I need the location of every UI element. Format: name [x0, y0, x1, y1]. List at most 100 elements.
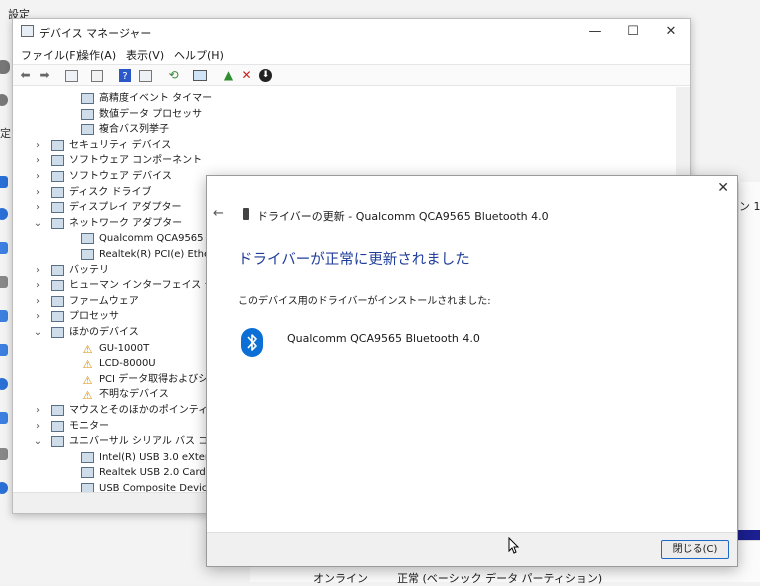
system-icon[interactable]: [0, 176, 8, 188]
chevron-right-icon[interactable]: ›: [33, 185, 43, 200]
help-icon[interactable]: ?: [119, 69, 131, 82]
chevron-down-icon[interactable]: ⌄: [33, 325, 43, 340]
tree-node[interactable]: 数値データ プロセッサ: [13, 107, 673, 122]
tree-node[interactable]: › セキュリティ デバイス: [13, 138, 673, 153]
device-name: Qualcomm QCA9565 Bluetooth 4.0: [287, 332, 480, 345]
device-icon: [51, 420, 64, 432]
menu-help[interactable]: ヘルプ(H): [174, 47, 224, 63]
scan-hardware-icon[interactable]: ⟲: [166, 68, 181, 83]
device-icon: [81, 467, 94, 479]
tree-node-label: 複合バス列挙子: [99, 124, 169, 136]
tree-node-label: 高精度イベント タイマー: [99, 93, 213, 104]
menu-view[interactable]: 表示(V): [126, 47, 164, 63]
device-icon: [51, 139, 64, 151]
tree-node-label: プロセッサ: [69, 311, 119, 323]
uninstall-icon[interactable]: ✕: [239, 68, 254, 83]
tree-node-label: ソフトウェア デバイス: [69, 171, 172, 182]
success-heading: ドライバーが正常に更新されました: [238, 252, 470, 268]
device-icon: [81, 483, 94, 492]
gaming-nav-icon[interactable]: [0, 412, 8, 424]
warning-device-icon: ⚠: [82, 342, 93, 356]
dialog-header: ドライバーの更新 - Qualcomm QCA9565 Bluetooth 4.…: [257, 210, 549, 223]
device-icon: [51, 171, 64, 182]
disable-device-icon[interactable]: ⬇: [259, 69, 272, 82]
device-icon: [51, 405, 64, 416]
tree-node-label: 数値データ プロセッサ: [99, 108, 203, 120]
menu-bar: ファイル(F) 操作(A) 表示(V) ヘルプ(H): [13, 44, 690, 64]
warning-device-icon: ⚠: [82, 389, 93, 403]
tree-node-label: USB Composite Device: [99, 483, 214, 492]
chevron-right-icon[interactable]: ›: [33, 309, 43, 324]
tree-node-label: ほかのデバイス: [69, 327, 139, 338]
device-icon: [51, 436, 64, 448]
tree-node[interactable]: 複合バス列挙子: [13, 122, 673, 137]
close-button[interactable]: ✕: [652, 19, 690, 44]
chevron-right-icon[interactable]: ›: [33, 419, 43, 434]
personalize-nav-icon[interactable]: [0, 276, 8, 288]
device-icon: [243, 208, 249, 220]
show-hidden-icon[interactable]: [91, 70, 103, 82]
partition-status: 正常 (ベーシック データ パーティション): [397, 572, 603, 585]
tree-node-label: ディスプレイ アダプター: [69, 202, 182, 214]
chevron-right-icon[interactable]: ›: [33, 263, 43, 278]
title-bar[interactable]: デバイス マネージャー — ☐ ✕: [13, 19, 690, 44]
tree-node-label: セキュリティ デバイス: [69, 139, 172, 151]
network-nav-icon[interactable]: [0, 242, 8, 254]
device-icon: [51, 311, 64, 323]
window-title: デバイス マネージャー: [39, 27, 152, 40]
tree-node-label: ファームウェア: [69, 295, 139, 307]
chevron-right-icon[interactable]: ›: [33, 294, 43, 309]
privacy-nav-icon[interactable]: [0, 448, 8, 460]
update-nav-icon[interactable]: [0, 482, 8, 494]
device-icon: [81, 124, 94, 136]
properties-icon[interactable]: [65, 70, 78, 82]
tree-node-label: モニター: [69, 420, 109, 432]
dialog-close-icon[interactable]: ✕: [717, 180, 729, 196]
chevron-right-icon[interactable]: ›: [33, 278, 43, 293]
close-dialog-button[interactable]: 閉じる(C): [661, 540, 729, 559]
minimize-button[interactable]: —: [576, 19, 614, 44]
maximize-button[interactable]: ☐: [614, 19, 652, 44]
tree-node-label: GU-1000T: [99, 342, 150, 354]
warning-device-icon: ⚠: [82, 373, 93, 387]
chevron-right-icon[interactable]: ›: [33, 138, 43, 153]
driver-update-dialog: ✕ ← ドライバーの更新 - Qualcomm QCA9565 Bluetoot…: [206, 175, 738, 567]
menu-file[interactable]: ファイル(F): [21, 47, 80, 63]
device-icon: [51, 155, 64, 167]
apps-nav-icon[interactable]: [0, 310, 8, 322]
menu-action[interactable]: 操作(A): [78, 47, 116, 63]
chevron-right-icon[interactable]: ›: [33, 403, 43, 418]
device-icon: [51, 217, 64, 229]
device-icon: [81, 108, 94, 120]
time-nav-icon[interactable]: [0, 378, 8, 390]
monitor-icon[interactable]: [193, 70, 207, 81]
install-message: このデバイス用のドライバーがインストールされました:: [238, 296, 491, 307]
chevron-right-icon[interactable]: ›: [33, 200, 43, 215]
settings-right-pane: [738, 182, 760, 582]
avatar-icon[interactable]: [0, 60, 10, 74]
toolbar: ⬅ ➡ ? ⟲ ▲ ✕ ⬇: [13, 64, 690, 86]
accounts-nav-icon[interactable]: [0, 344, 8, 356]
update-driver-icon[interactable]: ▲: [221, 68, 236, 83]
device-icon: [51, 202, 64, 214]
view-icon[interactable]: [139, 70, 152, 82]
bluetooth-nav-icon[interactable]: [0, 208, 8, 220]
tree-node[interactable]: 高精度イベント タイマー: [13, 91, 673, 106]
dialog-footer: [207, 532, 737, 566]
tree-node-label: バッテリ: [69, 264, 109, 276]
back-arrow-icon[interactable]: ←: [213, 206, 224, 221]
chevron-down-icon[interactable]: ⌄: [33, 216, 43, 231]
chevron-right-icon[interactable]: ›: [33, 169, 43, 184]
back-arrow-icon[interactable]: ⬅: [18, 68, 33, 83]
device-icon: [51, 264, 64, 276]
device-icon: [51, 327, 64, 338]
tree-node[interactable]: › ソフトウェア コンポーネント: [13, 153, 673, 168]
chevron-down-icon[interactable]: ⌄: [33, 434, 43, 449]
user-icon[interactable]: [0, 94, 8, 106]
forward-arrow-icon[interactable]: ➡: [37, 68, 52, 83]
device-icon: [81, 451, 94, 463]
device-icon: [51, 295, 64, 307]
chevron-right-icon[interactable]: ›: [33, 153, 43, 168]
tree-node-label: 不明なデバイス: [99, 389, 169, 401]
device-icon: [81, 233, 94, 245]
